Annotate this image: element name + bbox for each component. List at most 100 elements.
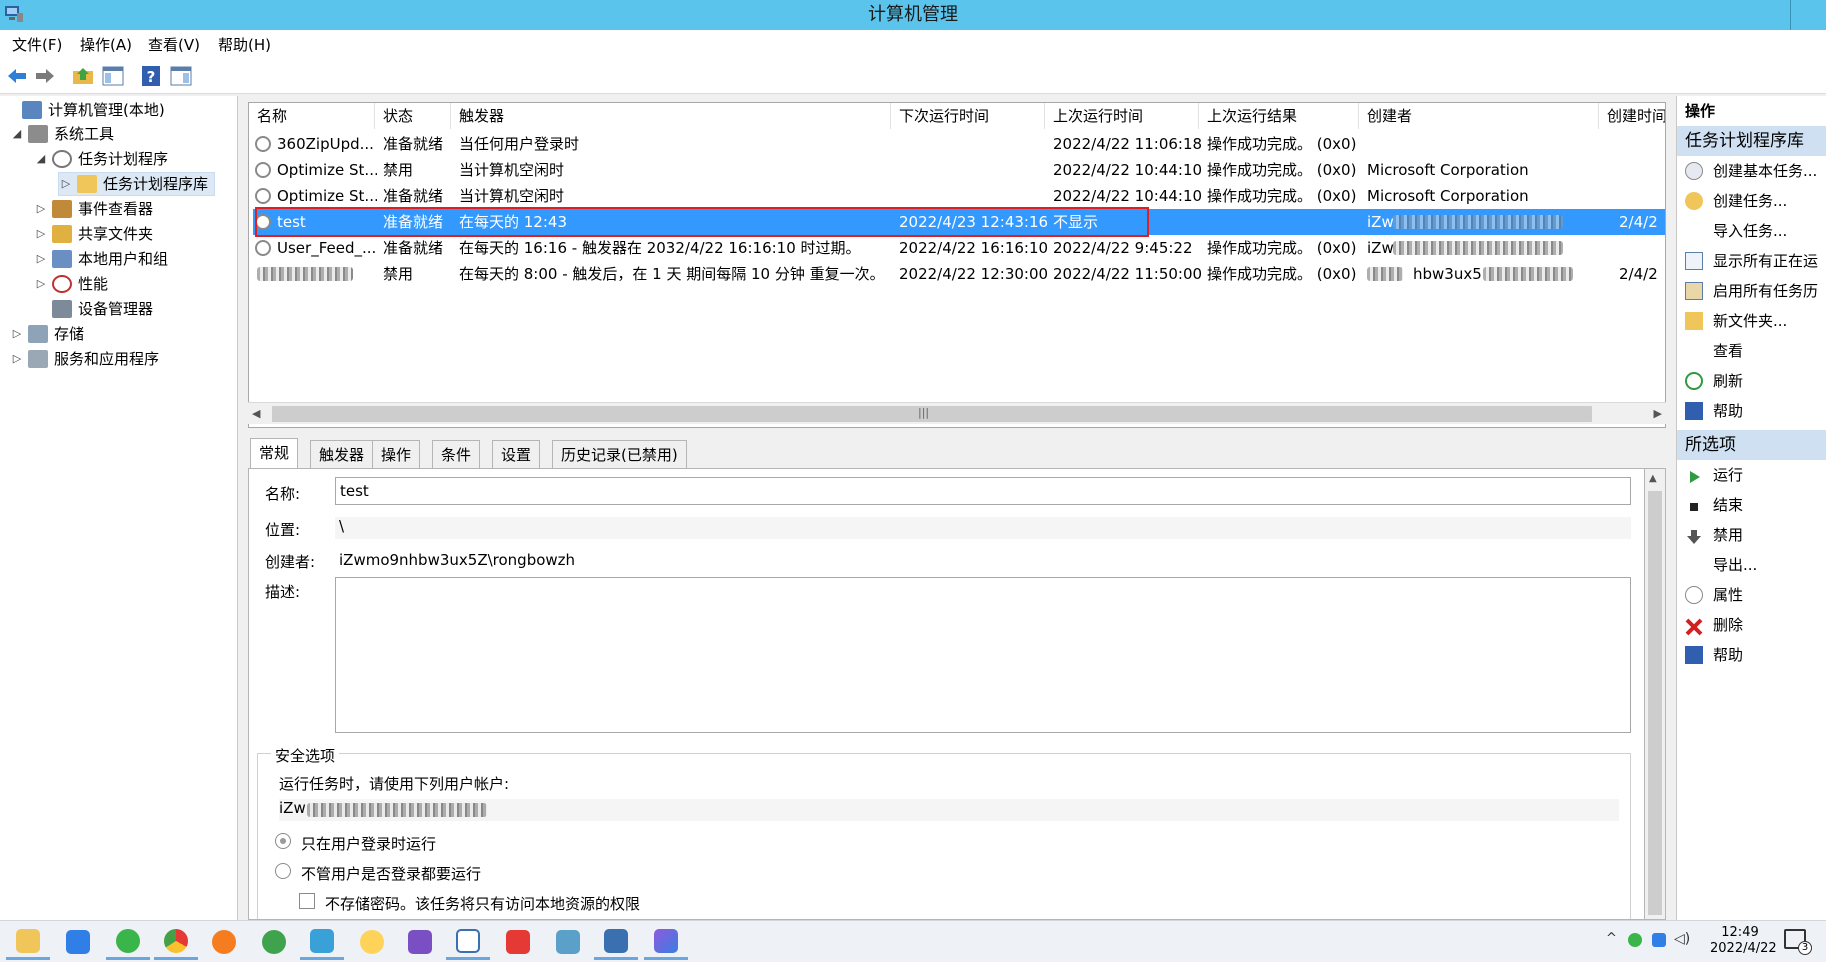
tree-expander[interactable]: ▷ xyxy=(34,222,48,246)
col-header-status[interactable]: 状态 xyxy=(375,103,451,129)
volume-icon[interactable]: ◁) xyxy=(1674,931,1690,947)
taskbar-wechat[interactable] xyxy=(106,924,150,960)
forward-button[interactable] xyxy=(32,63,58,89)
scroll-left-icon[interactable]: ◀ xyxy=(252,407,260,420)
taskbar-chrome[interactable] xyxy=(154,924,198,960)
tree-expander[interactable]: ◢ xyxy=(34,147,48,171)
menu-help[interactable]: 帮助(H) xyxy=(218,34,271,56)
tray-wechat-icon[interactable] xyxy=(1628,933,1642,947)
action-properties[interactable]: 属性 xyxy=(1677,580,1826,610)
col-header-name[interactable]: 名称 xyxy=(249,103,375,129)
taskbar-app-blue[interactable] xyxy=(56,924,100,960)
action-delete[interactable]: 删除 xyxy=(1677,610,1826,640)
tree-item-services-apps[interactable]: ▷ 服务和应用程序 xyxy=(10,347,159,371)
taskbar-window-app[interactable] xyxy=(446,924,490,960)
do-not-store-password-checkbox[interactable] xyxy=(299,893,315,909)
table-row[interactable]: 禁用 在每天的 8:00 - 触发后，在 1 天 期间每隔 10 分钟 重复一次… xyxy=(253,261,1665,287)
tree-expander[interactable]: ◢ xyxy=(10,122,24,146)
tree-item-task-scheduler[interactable]: ◢ 任务计划程序 xyxy=(34,147,168,171)
tab-triggers[interactable]: 触发器 xyxy=(310,440,374,468)
col-header-next-run[interactable]: 下次运行时间 xyxy=(891,103,1045,129)
col-header-created[interactable]: 创建时间 xyxy=(1599,103,1665,129)
taskbar-mountain-app[interactable] xyxy=(644,924,688,960)
tab-general[interactable]: 常规 xyxy=(250,438,299,470)
tab-actions[interactable]: 操作 xyxy=(372,440,421,468)
taskbar-firefox[interactable] xyxy=(202,924,246,960)
action-refresh[interactable]: 刷新 xyxy=(1677,366,1826,396)
tree-item-system-tools[interactable]: ◢ 系统工具 xyxy=(10,122,114,146)
scroll-thumb[interactable] xyxy=(272,406,1592,422)
tray-overflow-icon[interactable]: ^ xyxy=(1606,931,1617,946)
tree-item-storage[interactable]: ▷ 存储 xyxy=(10,322,84,346)
tree-expander[interactable]: ▷ xyxy=(34,272,48,296)
action-display-running[interactable]: 显示所有正在运 xyxy=(1677,246,1826,276)
tab-conditions[interactable]: 条件 xyxy=(432,440,481,468)
tree-item-device-manager[interactable]: 设备管理器 xyxy=(34,297,153,321)
tree-expander[interactable]: ▷ xyxy=(10,322,24,346)
taskbar-computer-management[interactable] xyxy=(594,924,638,960)
taskbar-visual-studio[interactable] xyxy=(398,924,442,960)
action-disable[interactable]: 禁用 xyxy=(1677,520,1826,550)
taskbar-wps[interactable] xyxy=(496,924,540,960)
scroll-up-icon[interactable]: ▲ xyxy=(1649,473,1657,484)
name-field[interactable]: test xyxy=(335,477,1631,505)
taskbar-yellow-app[interactable] xyxy=(350,924,394,960)
taskbar-tool-app[interactable] xyxy=(300,924,344,960)
tree-item-local-users-groups[interactable]: ▷ 本地用户和组 xyxy=(34,247,168,271)
tree-item-event-viewer[interactable]: ▷ 事件查看器 xyxy=(34,197,153,221)
action-create-basic-task[interactable]: 创建基本任务... xyxy=(1677,156,1826,186)
col-header-last-run[interactable]: 上次运行时间 xyxy=(1045,103,1199,129)
clock[interactable]: 12:49 2022/4/22 xyxy=(1710,925,1777,957)
table-row[interactable]: User_Feed_... 准备就绪 在每天的 16:16 - 触发器在 203… xyxy=(253,235,1665,261)
taskbar-refresh-app[interactable] xyxy=(252,924,296,960)
action-enable-history[interactable]: 启用所有任务历 xyxy=(1677,276,1826,306)
tab-settings[interactable]: 设置 xyxy=(492,440,541,468)
taskbar-file-explorer[interactable] xyxy=(6,924,50,960)
tree-item-performance[interactable]: ▷ 性能 xyxy=(34,272,108,296)
scroll-right-icon[interactable]: ▶ xyxy=(1654,407,1662,420)
col-header-last-result[interactable]: 上次运行结果 xyxy=(1199,103,1359,129)
tree-expander[interactable]: ▷ xyxy=(59,172,73,196)
tree-expander[interactable]: ▷ xyxy=(34,197,48,221)
actions-section-selected[interactable]: 所选项 xyxy=(1677,430,1826,460)
tab-history[interactable]: 历史记录(已禁用) xyxy=(552,440,687,468)
col-header-trigger[interactable]: 触发器 xyxy=(451,103,891,129)
show-hide-action-pane-button[interactable] xyxy=(168,63,194,89)
action-help[interactable]: 帮助 xyxy=(1677,396,1826,426)
notification-icon[interactable]: 3 xyxy=(1784,929,1812,955)
col-header-author[interactable]: 创建者 xyxy=(1359,103,1599,129)
action-end[interactable]: 结束 xyxy=(1677,490,1826,520)
action-import-task[interactable]: 导入任务... xyxy=(1677,216,1826,246)
radio-logged-on-only[interactable] xyxy=(275,833,291,849)
help-button[interactable]: ? xyxy=(138,63,164,89)
radio-run-whether-logged-on[interactable] xyxy=(275,863,291,879)
tray-app-icon[interactable] xyxy=(1652,933,1666,947)
table-row[interactable]: 360ZipUpd... 准备就绪 当任何用户登录时 2022/4/22 11:… xyxy=(253,131,1665,157)
action-new-folder[interactable]: 新文件夹... xyxy=(1677,306,1826,336)
taskbar-book-app[interactable] xyxy=(546,924,590,960)
menu-action[interactable]: 操作(A) xyxy=(80,34,132,56)
actions-section-library[interactable]: 任务计划程序库 xyxy=(1677,126,1826,156)
description-field[interactable] xyxy=(335,577,1631,733)
action-view[interactable]: 查看 xyxy=(1677,336,1826,366)
window-control-edge[interactable] xyxy=(1790,0,1826,30)
horizontal-scrollbar[interactable]: ◀ ||| ▶ xyxy=(248,402,1666,424)
action-help-selected[interactable]: 帮助 xyxy=(1677,640,1826,670)
menu-view[interactable]: 查看(V) xyxy=(148,34,200,56)
vertical-scrollbar[interactable]: ▲ xyxy=(1644,468,1666,920)
show-hide-tree-button[interactable] xyxy=(100,63,126,89)
up-folder-button[interactable] xyxy=(70,63,96,89)
action-create-task[interactable]: 创建任务... xyxy=(1677,186,1826,216)
back-button[interactable] xyxy=(4,63,30,89)
scroll-thumb[interactable] xyxy=(1648,491,1662,915)
tree-item-shared-folders[interactable]: ▷ 共享文件夹 xyxy=(34,222,153,246)
menu-file[interactable]: 文件(F) xyxy=(12,34,62,56)
tree-expander[interactable]: ▷ xyxy=(10,347,24,371)
tree-item-task-scheduler-library[interactable]: ▷ 任务计划程序库 xyxy=(58,172,216,196)
table-row[interactable]: Optimize St... 禁用 当计算机空闲时 2022/4/22 10:4… xyxy=(253,157,1665,183)
action-run[interactable]: 运行 xyxy=(1677,460,1826,490)
tree-item-computer-management[interactable]: 计算机管理(本地) xyxy=(4,98,165,122)
tree-expander[interactable]: ▷ xyxy=(34,247,48,271)
table-row[interactable]: Optimize St... 准备就绪 当计算机空闲时 2022/4/22 10… xyxy=(253,183,1665,209)
action-export[interactable]: 导出... xyxy=(1677,550,1826,580)
